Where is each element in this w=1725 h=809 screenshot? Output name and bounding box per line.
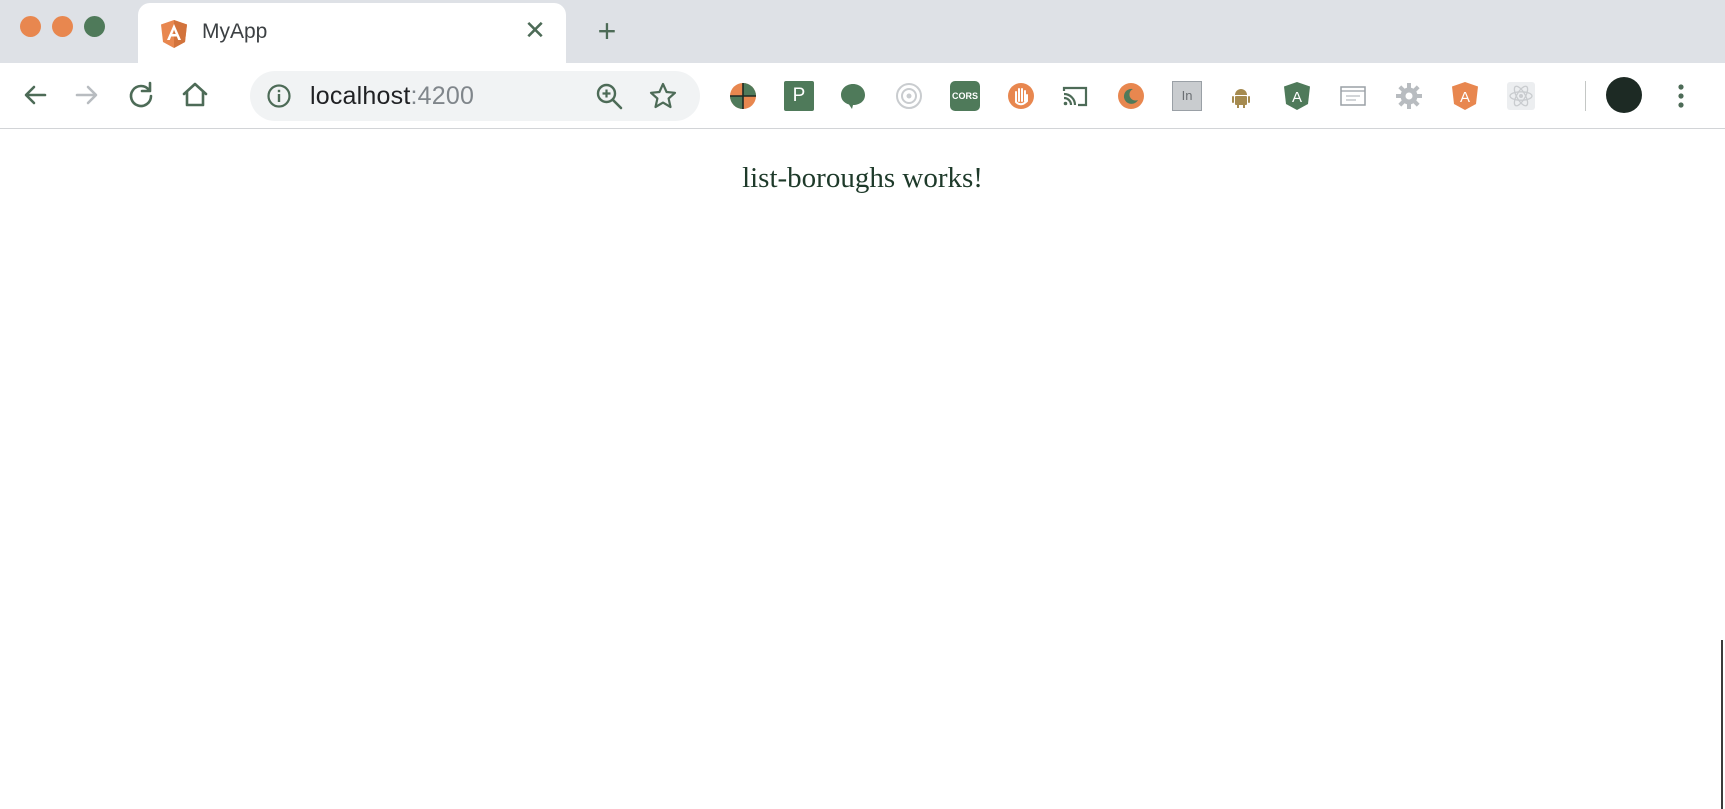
moon-extension-icon[interactable] bbox=[1116, 81, 1146, 111]
react-extension-icon[interactable] bbox=[1506, 81, 1536, 111]
tab-strip: MyApp ✕ + bbox=[0, 0, 1725, 63]
tab-title: MyApp bbox=[202, 20, 268, 43]
kebab-menu-icon[interactable] bbox=[1668, 79, 1694, 113]
window-extension-icon[interactable] bbox=[1338, 81, 1368, 111]
color-wheel-extension-icon[interactable] bbox=[728, 81, 758, 111]
page-message: list-boroughs works! bbox=[742, 162, 983, 194]
info-icon[interactable] bbox=[266, 83, 292, 109]
angular-orange-extension-icon[interactable]: A bbox=[1450, 81, 1480, 111]
plus-icon[interactable]: + bbox=[590, 14, 624, 48]
zoom-in-icon[interactable] bbox=[595, 82, 623, 110]
cast-icon[interactable] bbox=[1060, 81, 1090, 111]
speech-bubble-extension-icon[interactable] bbox=[838, 81, 868, 111]
url-host: localhost bbox=[310, 82, 411, 110]
in-extension-icon[interactable]: In bbox=[1172, 81, 1202, 111]
target-extension-icon[interactable] bbox=[894, 81, 924, 111]
browser-toolbar: localhost:4200 P CORS In A A bbox=[0, 63, 1725, 129]
angular-extension-icon[interactable]: A bbox=[1282, 81, 1312, 111]
angular-extension-letter: A bbox=[1292, 89, 1302, 106]
hand-extension-icon[interactable] bbox=[1006, 81, 1036, 111]
angular-icon bbox=[161, 20, 187, 48]
tab-myapp[interactable]: MyApp ✕ bbox=[138, 3, 566, 63]
back-arrow-icon[interactable] bbox=[18, 78, 52, 112]
toolbar-separator bbox=[1585, 81, 1586, 111]
close-icon[interactable]: ✕ bbox=[520, 15, 550, 45]
window-edge bbox=[1721, 640, 1723, 809]
star-icon[interactable] bbox=[648, 81, 678, 111]
cors-extension-icon[interactable]: CORS bbox=[950, 81, 980, 111]
gear-extension-icon[interactable] bbox=[1394, 81, 1424, 111]
angular-orange-extension-letter: A bbox=[1460, 89, 1470, 106]
url-text[interactable]: localhost:4200 bbox=[310, 82, 474, 111]
profile-avatar[interactable] bbox=[1606, 77, 1642, 113]
window-minimize-button[interactable] bbox=[52, 16, 73, 37]
address-bar[interactable]: localhost:4200 bbox=[250, 71, 700, 121]
android-extension-icon[interactable] bbox=[1226, 81, 1256, 111]
home-icon[interactable] bbox=[178, 78, 212, 112]
window-maximize-button[interactable] bbox=[84, 16, 105, 37]
p-extension-icon[interactable]: P bbox=[784, 81, 814, 111]
reload-icon[interactable] bbox=[124, 78, 158, 112]
url-port: :4200 bbox=[410, 82, 475, 110]
window-close-button[interactable] bbox=[20, 16, 41, 37]
forward-arrow-icon[interactable] bbox=[70, 78, 104, 112]
